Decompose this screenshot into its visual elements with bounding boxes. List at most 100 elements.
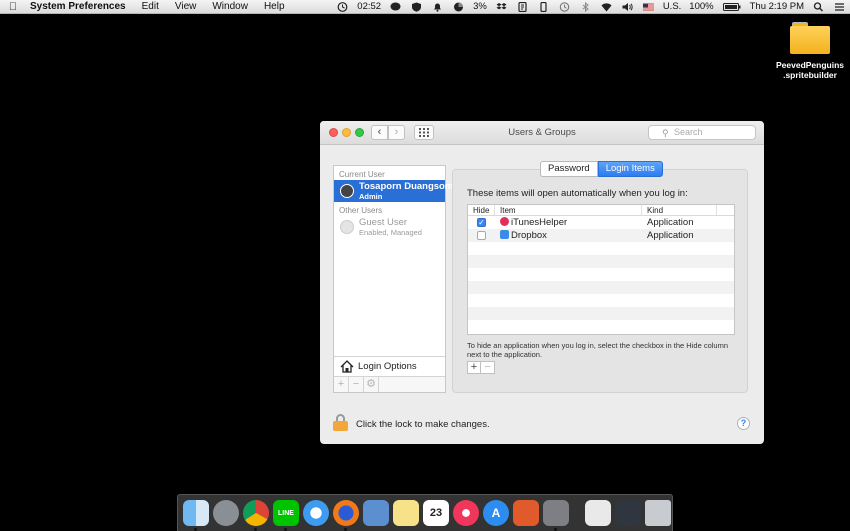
empty-row	[468, 255, 734, 268]
us-flag-icon[interactable]	[642, 2, 654, 12]
line-app-icon[interactable]: LINE	[273, 500, 299, 531]
segmented-tabs: Password Login Items	[540, 161, 663, 177]
desktop-folder[interactable]: PeevedPenguins .spritebuilder	[774, 22, 846, 80]
empty-row	[468, 320, 734, 333]
column-item[interactable]: Item	[495, 205, 642, 215]
menu-edit[interactable]: Edit	[134, 1, 167, 12]
search-icon: ⚲	[662, 128, 669, 138]
input-source-label[interactable]: U.S.	[659, 1, 685, 12]
user-row-current[interactable]: Tosaporn Duangsom Admin	[334, 180, 453, 202]
forward-button[interactable]: ›	[388, 125, 405, 140]
empty-row	[468, 242, 734, 255]
column-hide[interactable]: Hide	[468, 205, 495, 215]
spritebuilder-icon[interactable]	[513, 500, 539, 526]
add-login-item-button[interactable]: +	[467, 361, 481, 374]
preview-icon[interactable]	[363, 500, 389, 526]
back-button[interactable]: ‹	[371, 125, 388, 140]
lock-icon[interactable]	[333, 414, 348, 431]
evernote-icon[interactable]	[517, 1, 528, 12]
bell-icon[interactable]	[432, 2, 443, 12]
column-kind[interactable]: Kind	[642, 205, 717, 215]
shield-icon[interactable]	[411, 2, 422, 12]
menu-window[interactable]: Window	[204, 1, 256, 12]
guest-avatar	[340, 220, 354, 234]
hide-checkbox[interactable]: ✓	[477, 218, 486, 227]
launchpad-icon[interactable]	[213, 500, 239, 526]
phone-icon[interactable]	[538, 1, 549, 12]
hide-checkbox[interactable]	[477, 231, 486, 240]
close-button[interactable]	[329, 128, 338, 137]
login-items-table: Hide Item Kind ✓ iTunesHelper Applicatio…	[467, 204, 735, 335]
dropbox-icon[interactable]	[496, 2, 507, 12]
timer-icon[interactable]	[337, 1, 348, 12]
hide-hint-text: To hide an application when you log in, …	[467, 341, 728, 359]
avatar	[340, 184, 354, 198]
wifi-icon[interactable]	[601, 2, 612, 12]
zoom-button[interactable]	[355, 128, 364, 137]
menu-app-name[interactable]: System Preferences	[26, 1, 134, 12]
user-row-guest[interactable]: Guest User Enabled, Managed	[334, 216, 445, 238]
add-user-button[interactable]: +	[334, 377, 349, 392]
sidebar-toolbar: + − ⚙	[334, 376, 445, 392]
apple-menu-icon[interactable]: 	[0, 1, 26, 13]
tab-login-items[interactable]: Login Items	[597, 161, 663, 177]
empty-row	[468, 294, 734, 307]
calendar-icon[interactable]: 23	[423, 500, 449, 526]
dropbox-icon	[500, 230, 509, 239]
minimize-button[interactable]	[342, 128, 351, 137]
login-options-label: Login Options	[358, 361, 417, 372]
line-icon[interactable]	[390, 2, 401, 12]
menu-bar:  System Preferences Edit View Window He…	[0, 0, 850, 14]
guest-user-role: Enabled, Managed	[359, 228, 422, 237]
finder-icon[interactable]	[183, 500, 209, 531]
menu-clock[interactable]: Thu 2:19 PM	[746, 1, 808, 12]
tab-password[interactable]: Password	[540, 161, 598, 177]
remove-login-item-button[interactable]: −	[481, 361, 495, 374]
dock: LINE 23 A	[177, 494, 673, 531]
remove-user-button[interactable]: −	[349, 377, 364, 392]
item-kind: Application	[647, 217, 694, 228]
battery-small-percent[interactable]: 3%	[469, 1, 491, 12]
gear-icon[interactable]: ⚙	[364, 377, 379, 392]
item-name: iTunesHelper	[511, 217, 568, 228]
users-groups-window: ‹ › Users & Groups ⚲ Search Current User…	[320, 121, 764, 444]
empty-row	[468, 281, 734, 294]
safari-icon[interactable]	[303, 500, 329, 526]
notification-center-icon[interactable]	[834, 2, 845, 12]
timer-readout[interactable]: 02:52	[353, 1, 385, 12]
trash-icon[interactable]	[645, 500, 671, 526]
lock-text: Click the lock to make changes.	[356, 419, 490, 430]
bluetooth-icon[interactable]	[580, 1, 591, 12]
show-all-grid-button[interactable]	[414, 125, 434, 140]
battery-percent[interactable]: 100%	[685, 1, 717, 12]
help-button[interactable]: ?	[737, 417, 750, 430]
guest-user-name: Guest User	[359, 217, 408, 228]
grid-icon	[419, 128, 429, 137]
empty-row	[468, 268, 734, 281]
chrome-icon[interactable]	[243, 500, 269, 531]
notes-icon[interactable]	[393, 500, 419, 526]
time-machine-icon[interactable]	[559, 1, 570, 12]
document-stack-icon[interactable]	[585, 500, 611, 526]
table-row[interactable]: ✓ iTunesHelper Application	[468, 216, 734, 229]
menu-view[interactable]: View	[167, 1, 205, 12]
system-preferences-icon[interactable]	[543, 500, 569, 531]
battery-icon[interactable]	[722, 2, 741, 12]
menu-help[interactable]: Help	[256, 1, 293, 12]
search-input[interactable]: ⚲ Search	[648, 125, 756, 140]
app-store-icon[interactable]: A	[483, 500, 509, 526]
itunes-app-icon[interactable]	[453, 500, 479, 526]
users-sidebar: Current User Tosaporn Duangsom Admin Oth…	[333, 165, 453, 393]
battery-monitor-icon[interactable]	[453, 2, 464, 12]
volume-icon[interactable]	[622, 2, 633, 12]
other-users-label: Other Users	[339, 206, 383, 215]
status-area: 02:52 3% U.S. 100% Thu 2:19 PM	[332, 0, 850, 14]
folder-icon	[790, 22, 830, 54]
table-row[interactable]: Dropbox Application	[468, 229, 734, 242]
title-bar[interactable]: ‹ › Users & Groups ⚲ Search	[320, 121, 764, 145]
firefox-icon[interactable]	[333, 500, 359, 531]
item-name: Dropbox	[511, 230, 547, 241]
spotlight-search-icon[interactable]	[813, 1, 824, 12]
login-options-item[interactable]: Login Options	[334, 356, 445, 376]
screen-stack-icon[interactable]	[615, 500, 641, 526]
